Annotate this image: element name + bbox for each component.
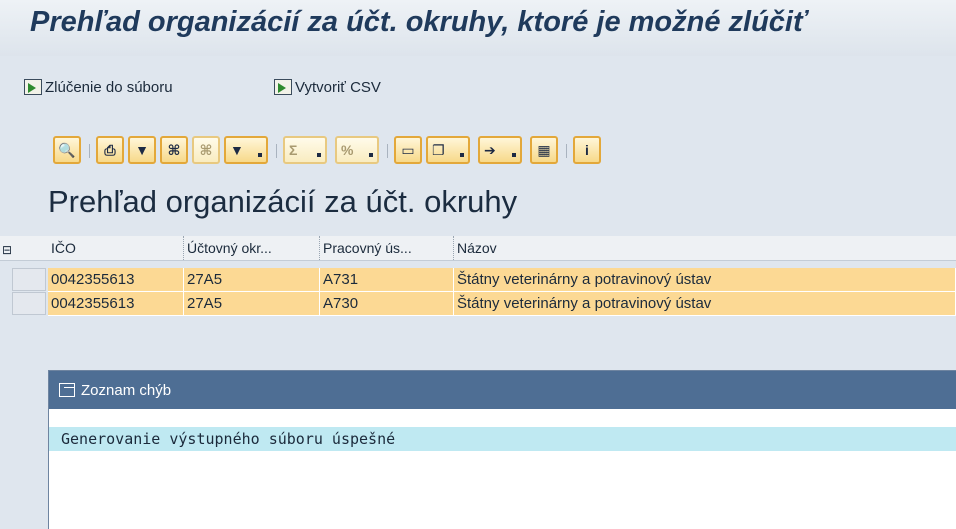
print-preview-button[interactable]: ▭ bbox=[394, 136, 422, 164]
export-icon: ➔ bbox=[484, 141, 496, 158]
cell-work-unit[interactable]: A730 bbox=[320, 292, 454, 316]
select-all-icon[interactable]: ⊟ bbox=[2, 243, 18, 259]
binoculars-next-icon: ⌘ bbox=[199, 141, 213, 158]
column-header-work-unit[interactable]: Pracovný ús... bbox=[320, 236, 454, 260]
subtotal-button[interactable]: % bbox=[335, 136, 379, 164]
filter-icon: ▼ bbox=[230, 142, 244, 158]
information-button[interactable]: i bbox=[573, 136, 601, 164]
error-log-message[interactable]: Generovanie výstupného súboru úspešné bbox=[49, 427, 956, 451]
grid-icon: ▦ bbox=[537, 141, 551, 158]
error-log-header: Zoznam chýb bbox=[49, 371, 956, 409]
error-log-panel: Zoznam chýb Generovanie výstupného súbor… bbox=[48, 370, 956, 529]
export-word-button[interactable]: ❐ bbox=[426, 136, 470, 164]
filter-button[interactable]: ▼ bbox=[128, 136, 156, 164]
data-grid: ⊟ IČO Účtovný okr... Pracovný ús... Názo… bbox=[0, 232, 956, 332]
table-row[interactable]: 0042355613 27A5 A730 Štátny veterinárny … bbox=[0, 292, 956, 316]
row-selector[interactable] bbox=[12, 292, 46, 315]
sigma-icon: Σ bbox=[289, 142, 298, 158]
details-button[interactable]: 🔍 bbox=[53, 136, 81, 164]
alv-toolbar: 🔍 ⎙ ▼ ⌘ ⌘ ▼ Σ % ▭ ❐ ➔ ▦ i bbox=[0, 118, 956, 180]
application-toolbar: Zlúčenie do súboru Vytvoriť CSV bbox=[0, 56, 956, 118]
grid-title: Prehľad organizácií za účt. okruhy bbox=[48, 184, 518, 219]
column-header-name[interactable]: Názov bbox=[454, 236, 956, 260]
funnel-icon: ▼ bbox=[135, 142, 149, 158]
cell-ico[interactable]: 0042355613 bbox=[48, 292, 184, 316]
change-layout-button[interactable]: ▦ bbox=[530, 136, 558, 164]
grid-header: ⊟ IČO Účtovný okr... Pracovný ús... Názo… bbox=[0, 236, 956, 261]
merge-to-file-label: Zlúčenie do súboru bbox=[45, 78, 173, 96]
cell-name[interactable]: Štátny veterinárny a potravinový ústav bbox=[454, 268, 956, 292]
page-icon: ▭ bbox=[401, 141, 415, 158]
cell-accounting-area[interactable]: 27A5 bbox=[184, 268, 320, 292]
toolbar-separator bbox=[276, 144, 277, 158]
export-spreadsheet-button[interactable]: ➔ bbox=[478, 136, 522, 164]
page-title: Prehľad organizácií za účt. okruhy, ktor… bbox=[30, 6, 807, 38]
create-csv-button[interactable]: Vytvoriť CSV bbox=[274, 76, 381, 98]
find-next-button[interactable]: ⌘ bbox=[192, 136, 220, 164]
cell-work-unit[interactable]: A731 bbox=[320, 268, 454, 292]
sum-button[interactable]: Σ bbox=[283, 136, 327, 164]
toolbar-separator bbox=[387, 144, 388, 158]
print-button[interactable]: ⎙ bbox=[96, 136, 124, 164]
export-icon bbox=[274, 79, 292, 95]
binoculars-icon: ⌘ bbox=[167, 141, 181, 158]
log-list-icon bbox=[59, 383, 75, 397]
table-row[interactable]: 0042355613 27A5 A731 Štátny veterinárny … bbox=[0, 268, 956, 292]
cell-accounting-area[interactable]: 27A5 bbox=[184, 292, 320, 316]
set-filter-button[interactable]: ▼ bbox=[224, 136, 268, 164]
print-icon: ⎙ bbox=[104, 141, 116, 158]
details-icon: 🔍 bbox=[58, 141, 76, 158]
subtotal-icon: % bbox=[341, 142, 354, 158]
word-icon: ❐ bbox=[432, 141, 445, 158]
column-header-accounting-area[interactable]: Účtovný okr... bbox=[184, 236, 320, 260]
find-button[interactable]: ⌘ bbox=[160, 136, 188, 164]
cell-ico[interactable]: 0042355613 bbox=[48, 268, 184, 292]
create-csv-label: Vytvoriť CSV bbox=[295, 78, 381, 96]
export-icon bbox=[24, 79, 42, 95]
merge-to-file-button[interactable]: Zlúčenie do súboru bbox=[24, 76, 173, 98]
toolbar-separator bbox=[89, 144, 90, 158]
row-selector[interactable] bbox=[12, 268, 46, 291]
info-icon: i bbox=[585, 142, 589, 158]
toolbar-separator bbox=[566, 144, 567, 158]
column-header-ico[interactable]: IČO bbox=[48, 236, 184, 260]
title-bar: Prehľad organizácií za účt. okruhy, ktor… bbox=[0, 0, 956, 56]
error-log-title: Zoznam chýb bbox=[81, 381, 172, 399]
cell-name[interactable]: Štátny veterinárny a potravinový ústav bbox=[454, 292, 956, 316]
